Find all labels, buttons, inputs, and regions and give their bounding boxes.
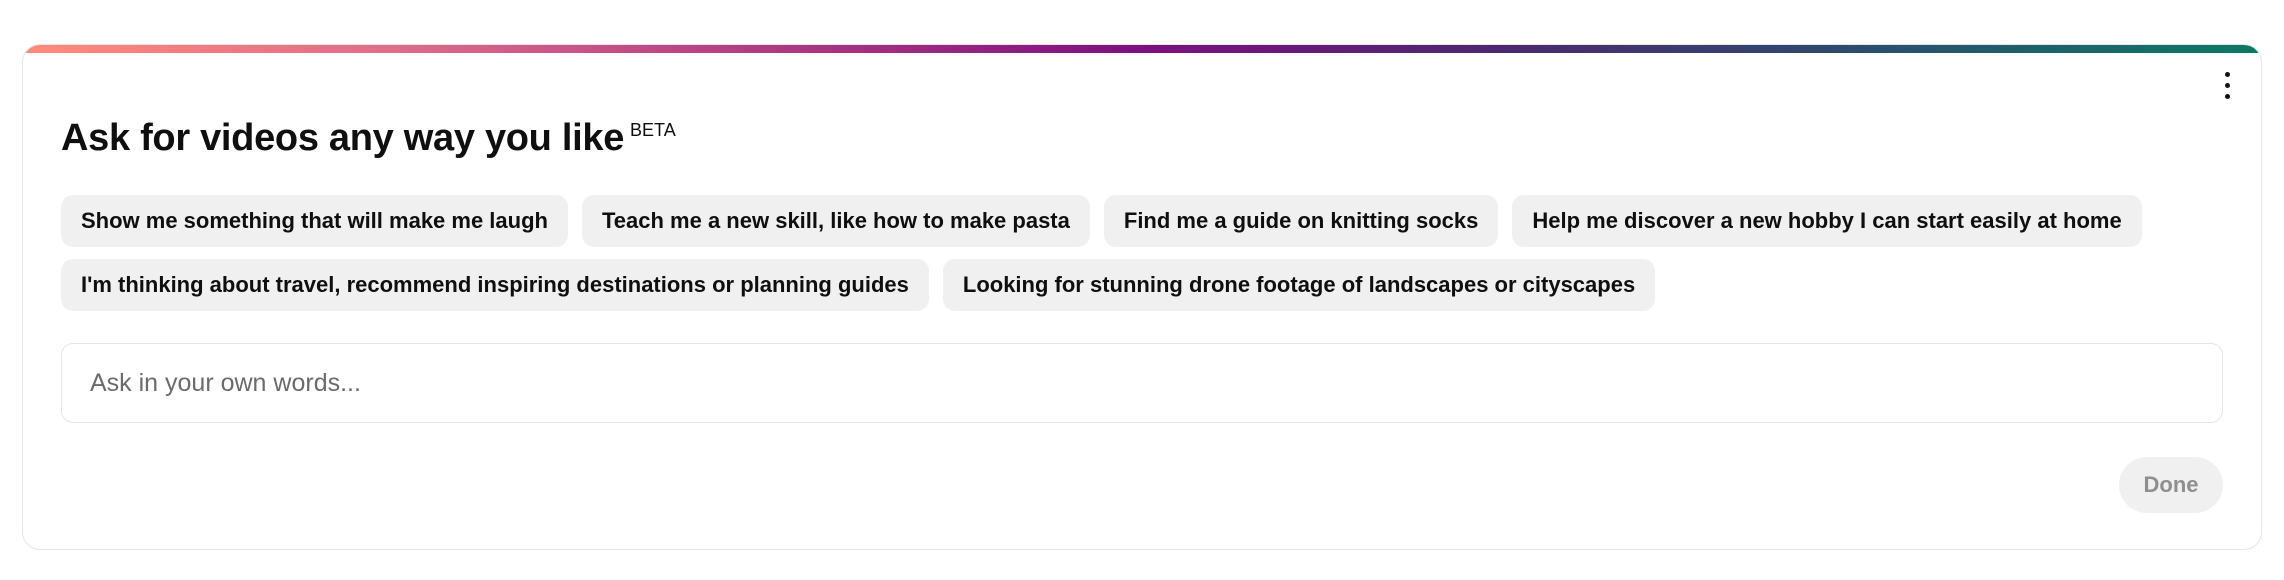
done-button[interactable]: Done (2119, 457, 2223, 513)
prompt-input[interactable] (88, 367, 2196, 399)
suggestion-chip[interactable]: Help me discover a new hobby I can start… (1512, 195, 2142, 247)
page-title: Ask for videos any way you like (61, 117, 625, 159)
more-vertical-icon (2224, 71, 2230, 77)
suggestion-chip[interactable]: I'm thinking about travel, recommend ins… (61, 259, 929, 311)
header: Ask for videos any way you like BETA (61, 115, 676, 161)
suggestion-chip[interactable]: Show me something that will make me laug… (61, 195, 568, 247)
suggestion-chip[interactable]: Find me a guide on knitting socks (1103, 195, 1499, 247)
gradient-accent-bar (23, 45, 2261, 53)
more-vertical-icon-dot (2224, 93, 2230, 99)
suggestion-chips: Show me something that will make me laug… (61, 195, 2221, 311)
more-vertical-icon-dot (2224, 82, 2230, 88)
ask-videos-card: Ask for videos any way you like BETA Sho… (22, 44, 2262, 550)
suggestion-chip[interactable]: Teach me a new skill, like how to make p… (581, 195, 1090, 247)
more-options-button[interactable] (2209, 67, 2245, 103)
beta-badge: BETA (630, 120, 676, 140)
prompt-input-container (61, 343, 2223, 423)
suggestion-chip[interactable]: Looking for stunning drone footage of la… (942, 259, 1656, 311)
